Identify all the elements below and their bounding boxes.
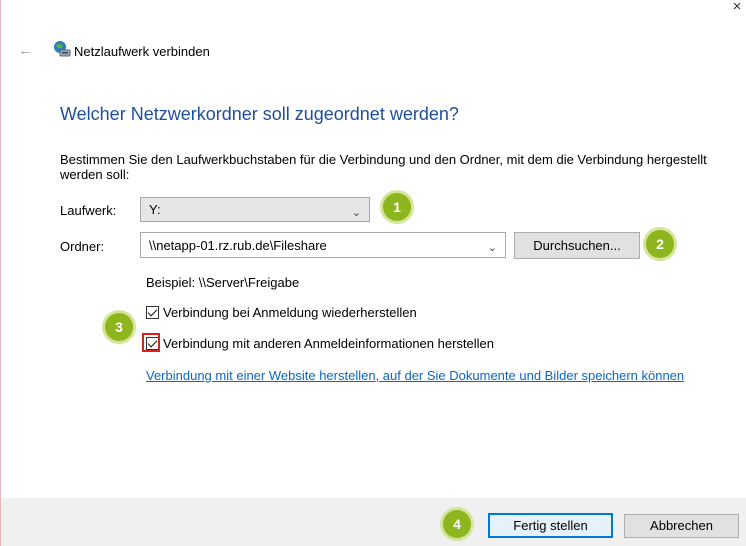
close-icon[interactable]: ×	[728, 0, 746, 16]
step-badge-3: 3	[105, 313, 133, 341]
folder-input[interactable]: \\netapp-01.rz.rub.de\Fileshare ⌄	[140, 232, 506, 258]
network-drive-icon	[54, 41, 71, 57]
reconnect-label: Verbindung bei Anmeldung wiederherstelle…	[163, 305, 417, 320]
reconnect-checkbox[interactable]	[146, 306, 159, 319]
description-text: Bestimmen Sie den Laufwerkbuchstaben für…	[60, 152, 707, 182]
cancel-button[interactable]: Abbrechen	[624, 514, 739, 538]
folder-label: Ordner:	[60, 239, 105, 254]
example-text: Beispiel: \\Server\Freigabe	[146, 275, 300, 290]
window-left-border	[0, 0, 1, 546]
chevron-down-icon[interactable]: ⌄	[488, 236, 497, 261]
highlight-box	[142, 333, 160, 352]
drive-label: Laufwerk:	[60, 203, 117, 218]
step-badge-2: 2	[646, 230, 674, 258]
step-badge-1: 1	[383, 193, 411, 221]
folder-value: \\netapp-01.rz.rub.de\Fileshare	[149, 238, 327, 253]
step-badge-4: 4	[443, 510, 471, 538]
finish-button[interactable]: Fertig stellen	[488, 513, 613, 538]
other-credentials-label: Verbindung mit anderen Anmeldeinformatio…	[163, 336, 494, 351]
other-credentials-option[interactable]: Verbindung mit anderen Anmeldeinformatio…	[146, 336, 494, 351]
reconnect-option[interactable]: Verbindung bei Anmeldung wiederherstelle…	[146, 305, 417, 320]
back-arrow-icon[interactable]: ←	[18, 42, 33, 59]
website-link[interactable]: Verbindung mit einer Website herstellen,…	[146, 368, 726, 384]
drive-value: Y:	[149, 202, 161, 217]
drive-select[interactable]: Y: ⌄	[140, 197, 370, 222]
window-title: Netzlaufwerk verbinden	[74, 44, 210, 59]
page-heading: Welcher Netzwerkordner soll zugeordnet w…	[60, 104, 459, 124]
browse-button[interactable]: Durchsuchen...	[514, 232, 640, 259]
chevron-down-icon: ⌄	[351, 207, 361, 219]
